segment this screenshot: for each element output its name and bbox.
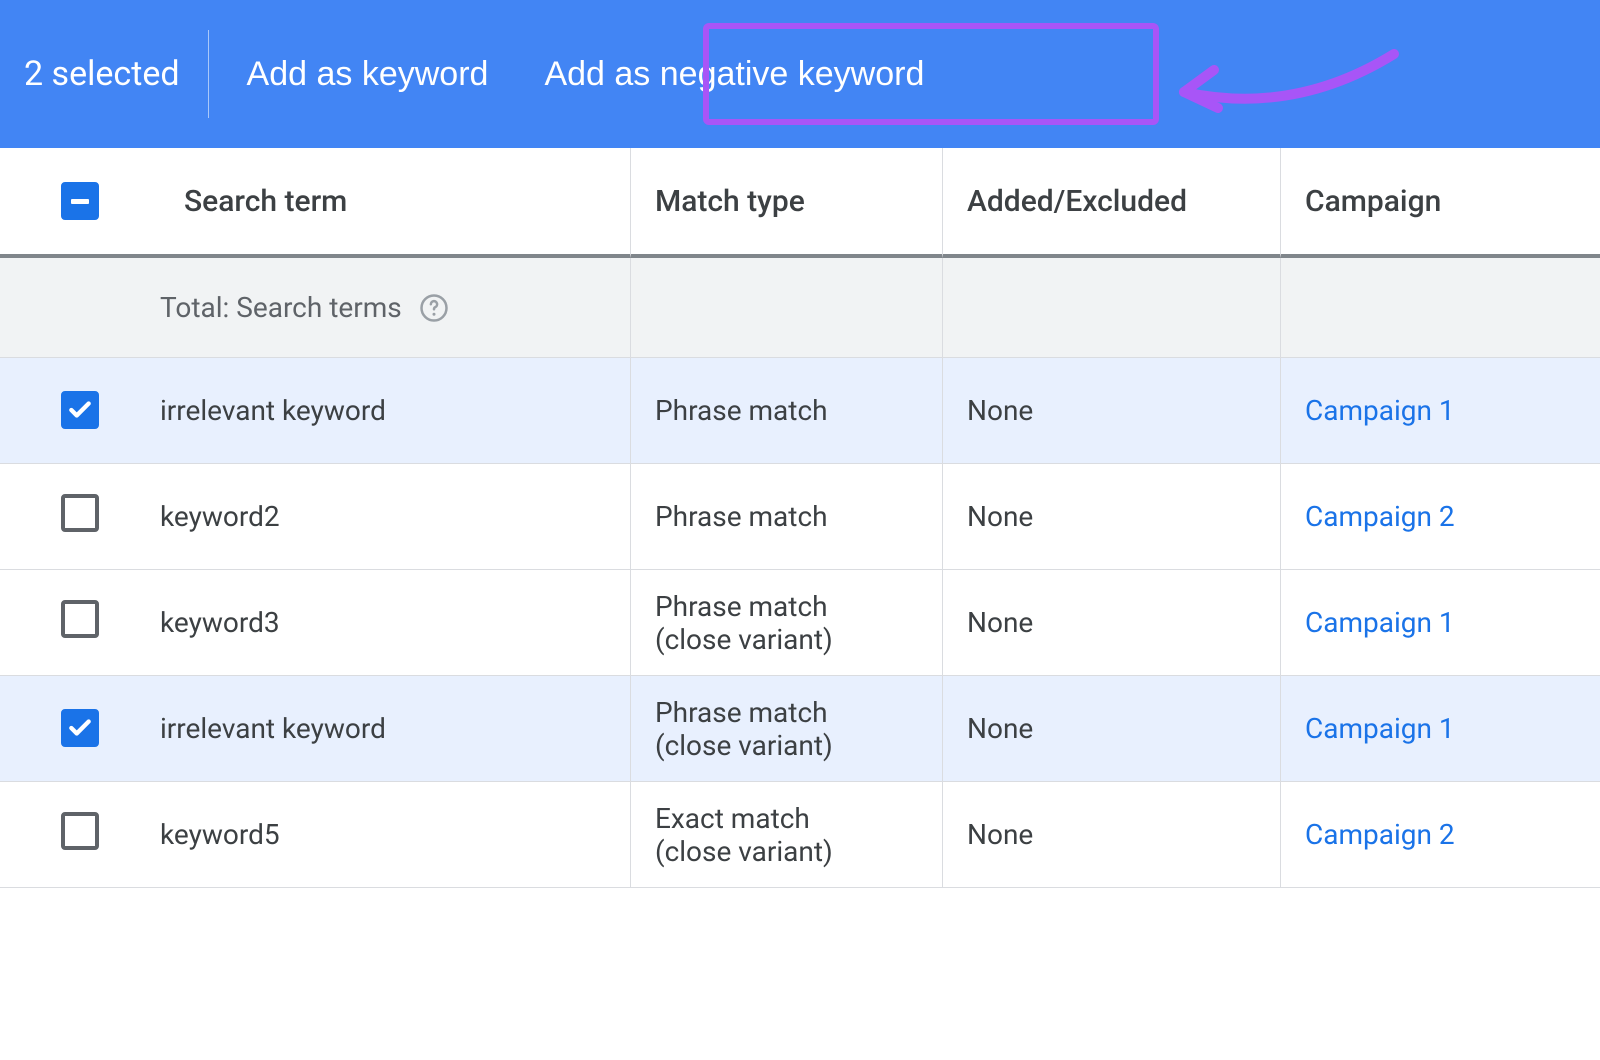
row-checkbox[interactable] — [61, 391, 99, 429]
select-all-checkbox[interactable] — [61, 182, 99, 220]
column-header-search-term[interactable]: Search term — [160, 148, 630, 258]
cell-match-type: Phrase match (close variant) — [630, 676, 942, 782]
row-checkbox[interactable] — [61, 812, 99, 850]
cell-search-term: keyword3 — [160, 570, 630, 676]
column-header-added-excluded[interactable]: Added/Excluded — [942, 148, 1280, 258]
cell-added: None — [942, 676, 1280, 782]
cell-match-type: Phrase match — [630, 358, 942, 464]
annotation-arrow-icon — [1164, 46, 1404, 130]
add-as-keyword-button[interactable]: Add as keyword — [219, 37, 517, 112]
table-header-row: Search term Match type Added/Excluded Ca… — [0, 148, 1600, 258]
divider — [208, 30, 209, 118]
row-checkbox[interactable] — [61, 709, 99, 747]
cell-match-type: Exact match (close variant) — [630, 782, 942, 888]
table-row: irrelevant keyword Phrase match None Cam… — [0, 358, 1600, 464]
selected-count-label: 2 selected — [24, 54, 208, 94]
cell-search-term: keyword2 — [160, 464, 630, 570]
cell-search-term: irrelevant keyword — [160, 676, 630, 782]
cell-search-term: keyword5 — [160, 782, 630, 888]
cell-match-type: Phrase match — [630, 464, 942, 570]
campaign-link[interactable]: Campaign 1 — [1305, 394, 1455, 427]
cell-added: None — [942, 464, 1280, 570]
help-icon[interactable] — [418, 292, 450, 324]
cell-added: None — [942, 570, 1280, 676]
table-row: keyword2 Phrase match None Campaign 2 — [0, 464, 1600, 570]
column-header-match-type[interactable]: Match type — [630, 148, 942, 258]
campaign-link[interactable]: Campaign 1 — [1305, 712, 1455, 745]
cell-search-term: irrelevant keyword — [160, 358, 630, 464]
selection-action-bar: 2 selected Add as keyword Add as negativ… — [0, 0, 1600, 148]
table-row: keyword3 Phrase match (close variant) No… — [0, 570, 1600, 676]
summary-label: Total: Search terms — [160, 291, 402, 324]
campaign-link[interactable]: Campaign 2 — [1305, 818, 1455, 851]
row-checkbox[interactable] — [61, 494, 99, 532]
table-row: irrelevant keyword Phrase match (close v… — [0, 676, 1600, 782]
cell-match-type: Phrase match (close variant) — [630, 570, 942, 676]
row-checkbox[interactable] — [61, 600, 99, 638]
campaign-link[interactable]: Campaign 2 — [1305, 500, 1455, 533]
cell-added: None — [942, 358, 1280, 464]
cell-added: None — [942, 782, 1280, 888]
table-row: keyword5 Exact match (close variant) Non… — [0, 782, 1600, 888]
column-header-campaign[interactable]: Campaign — [1280, 148, 1600, 258]
search-terms-table: Search term Match type Added/Excluded Ca… — [0, 148, 1600, 888]
add-as-negative-keyword-button[interactable]: Add as negative keyword — [516, 37, 952, 112]
summary-row: Total: Search terms — [0, 258, 1600, 358]
campaign-link[interactable]: Campaign 1 — [1305, 606, 1455, 639]
